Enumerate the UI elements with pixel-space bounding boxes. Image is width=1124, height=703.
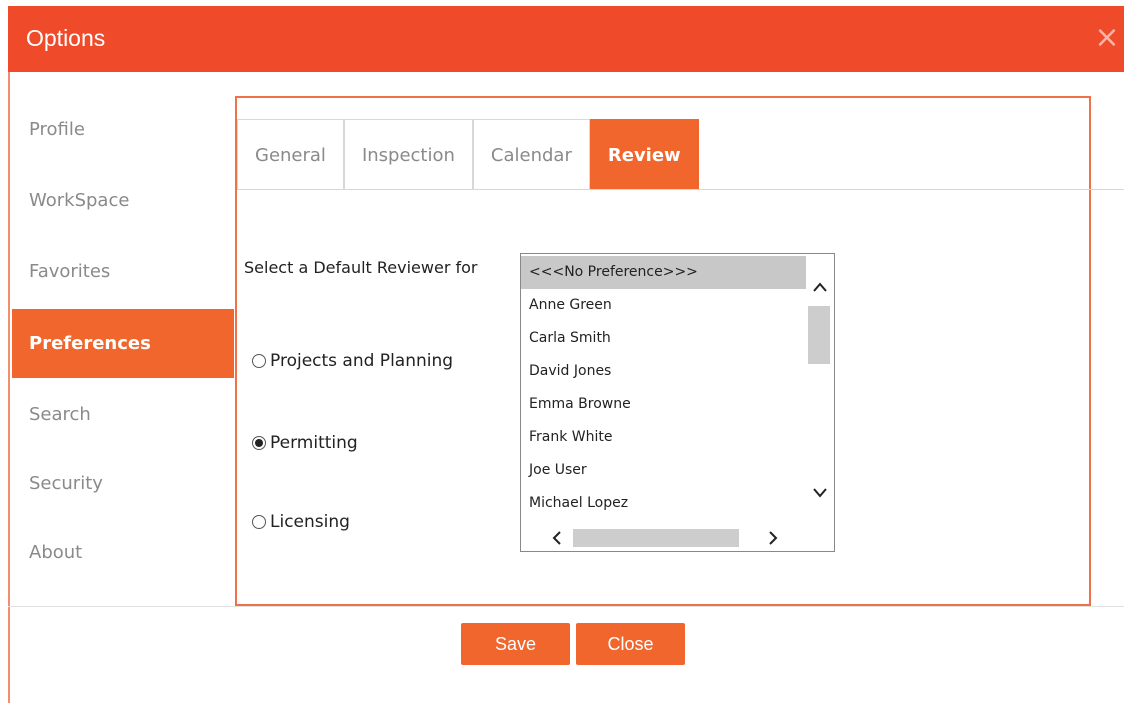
- radio-circle[interactable]: [252, 354, 266, 368]
- tab-review[interactable]: Review: [589, 119, 699, 190]
- radio-label: Permitting: [270, 433, 358, 453]
- tab-bar: General Inspection Calendar Review: [237, 119, 699, 190]
- radio-projects-and-planning[interactable]: Projects and Planning: [252, 351, 453, 371]
- list-item[interactable]: Emma Browne: [521, 388, 807, 421]
- sidebar-item-about[interactable]: About: [12, 518, 234, 587]
- radio-label: Licensing: [270, 512, 350, 532]
- horizontal-scrollbar[interactable]: [521, 525, 807, 551]
- radio-licensing[interactable]: Licensing: [252, 512, 350, 532]
- dialog-left-border: [8, 72, 10, 703]
- list-item[interactable]: Frank White: [521, 421, 807, 454]
- chevron-up-icon[interactable]: [808, 280, 832, 296]
- reviewer-listbox[interactable]: <<<No Preference>>> Anne Green Carla Smi…: [520, 253, 835, 552]
- close-icon[interactable]: ×: [1092, 23, 1122, 54]
- reviewer-prompt: Select a Default Reviewer for: [244, 258, 478, 277]
- radio-circle[interactable]: [252, 515, 266, 529]
- list-item[interactable]: Joe User: [521, 454, 807, 487]
- tab-general[interactable]: General: [237, 119, 344, 190]
- sidebar: Profile WorkSpace Favorites Preferences …: [12, 95, 234, 587]
- save-button[interactable]: Save: [461, 623, 570, 665]
- radio-circle-checked[interactable]: [252, 436, 266, 450]
- tab-inspection[interactable]: Inspection: [343, 119, 473, 190]
- vertical-scroll-thumb[interactable]: [808, 306, 830, 364]
- sidebar-item-workspace[interactable]: WorkSpace: [12, 166, 234, 235]
- dialog-title: Options: [26, 25, 106, 51]
- vertical-scrollbar[interactable]: [806, 254, 834, 525]
- sidebar-item-preferences[interactable]: Preferences: [12, 309, 234, 378]
- scroll-corner: [806, 525, 834, 551]
- list-item[interactable]: Anne Green: [521, 289, 807, 322]
- horizontal-scroll-thumb[interactable]: [573, 529, 739, 547]
- list-item[interactable]: David Jones: [521, 355, 807, 388]
- list-item[interactable]: <<<No Preference>>>: [521, 256, 807, 289]
- chevron-down-icon[interactable]: [808, 486, 832, 502]
- close-button[interactable]: Close: [576, 623, 685, 665]
- radio-permitting[interactable]: Permitting: [252, 433, 358, 453]
- chevron-left-icon[interactable]: [545, 530, 569, 549]
- sidebar-item-favorites[interactable]: Favorites: [12, 237, 234, 306]
- chevron-right-icon[interactable]: [761, 530, 785, 549]
- sidebar-item-security[interactable]: Security: [12, 449, 234, 518]
- footer-divider: [8, 606, 1124, 607]
- sidebar-item-search[interactable]: Search: [12, 380, 234, 449]
- tab-calendar[interactable]: Calendar: [472, 119, 590, 190]
- radio-label: Projects and Planning: [270, 351, 454, 371]
- dialog-titlebar: Options ×: [8, 6, 1124, 72]
- list-item[interactable]: Michael Lopez: [521, 487, 807, 520]
- tab-divider: [237, 189, 1124, 190]
- sidebar-item-profile[interactable]: Profile: [12, 95, 234, 164]
- list-item[interactable]: Carla Smith: [521, 322, 807, 355]
